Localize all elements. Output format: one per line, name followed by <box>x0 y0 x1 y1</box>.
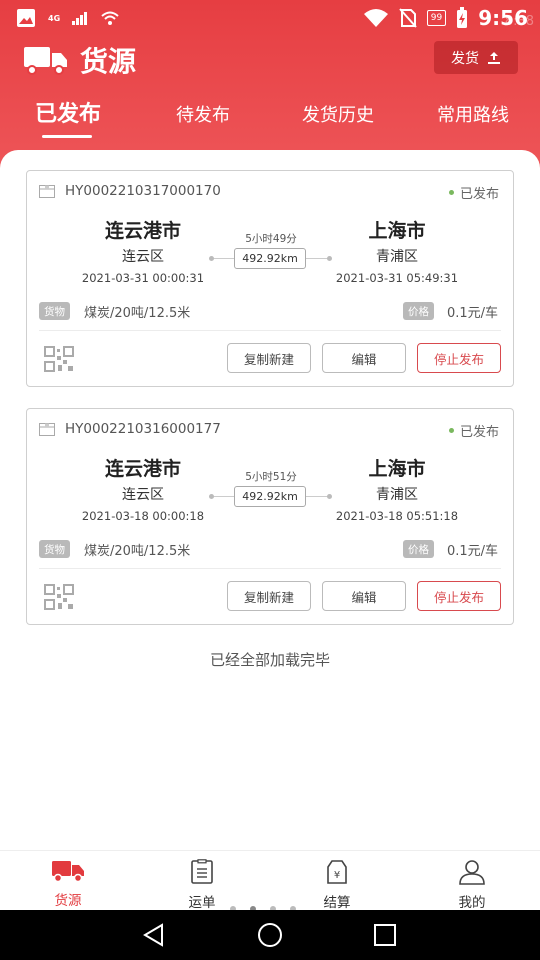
clock: 9:56 <box>478 6 528 30</box>
order-number: HY0002210317000170 <box>65 183 221 199</box>
cargo-info: 煤炭/20吨/12.5米 <box>84 544 191 559</box>
no-sim-icon <box>399 8 417 28</box>
tab-history-label: 发货历史 <box>302 105 374 126</box>
price-info: 0.1元/车 <box>447 306 499 321</box>
document-icon <box>191 859 213 884</box>
wifi-icon <box>101 11 119 25</box>
origin-district: 连云区 <box>122 249 164 265</box>
origin-city: 连云港市 <box>104 220 181 242</box>
nav-item-waybill[interactable]: 运单 <box>162 859 242 911</box>
route-distance: 492.92km <box>234 248 306 269</box>
tab-routes-label: 常用路线 <box>437 105 509 126</box>
box-icon <box>39 184 55 198</box>
order-list: HY0002210317000170 已发布 连云港市 连云区 2021-03-… <box>0 150 540 850</box>
tab-pending-label: 待发布 <box>176 105 230 126</box>
departure-time: 2021-03-18 00:00:18 <box>81 509 205 523</box>
tab-routes[interactable]: 常用路线 <box>428 101 518 127</box>
upload-icon <box>488 51 500 64</box>
title-bar: 货源 <box>24 40 136 80</box>
card-divider <box>39 568 501 569</box>
price-tag: 价格 <box>403 302 434 320</box>
tab-published[interactable]: 已发布 <box>30 96 106 128</box>
ship-button[interactable]: 发货 <box>434 41 518 74</box>
status-label: 已发布 <box>459 425 499 440</box>
page-title: 货源 <box>80 45 137 78</box>
nav-item-mine[interactable]: 我的 <box>432 859 512 911</box>
truck-icon <box>52 861 84 883</box>
trip-duration: 5小时49分 <box>245 233 297 245</box>
arrival-time: 2021-03-18 05:51:18 <box>335 509 459 523</box>
destination-city: 上海市 <box>368 458 426 480</box>
qr-code-icon[interactable] <box>44 584 74 610</box>
truck-logo-icon <box>24 47 67 75</box>
stop-publish-button[interactable]: 停止发布 <box>417 343 501 373</box>
wifi-full-icon <box>363 9 388 27</box>
card-divider <box>39 330 501 331</box>
nav-item-cargo[interactable]: 货源 <box>28 859 108 909</box>
route-start-dot <box>209 494 214 499</box>
person-icon <box>459 860 485 885</box>
route-start-dot <box>209 256 214 261</box>
box-icon <box>39 422 55 436</box>
system-nav-bar <box>0 910 540 960</box>
tab-history[interactable]: 发货历史 <box>292 101 384 127</box>
bottom-nav: 货源 运单 ¥ 结算 我的 <box>0 850 540 911</box>
order-number: HY0002210316000177 <box>65 421 221 437</box>
svg-text:¥: ¥ <box>334 870 340 881</box>
price-tag: 价格 <box>403 540 434 558</box>
price-info: 0.1元/车 <box>447 544 499 559</box>
header: 4G 8:38 99 9:56 货源 发货 已发布 待发布 发货历史 常用路线 <box>0 0 540 170</box>
edit-button[interactable]: 编辑 <box>322 581 406 611</box>
yen-bag-icon: ¥ <box>327 860 347 884</box>
copy-new-button[interactable]: 复制新建 <box>227 343 311 373</box>
route-distance: 492.92km <box>234 486 306 507</box>
departure-time: 2021-03-31 00:00:31 <box>81 271 205 285</box>
battery-level: 99 <box>430 13 443 23</box>
cargo-tag: 货物 <box>39 302 70 320</box>
cargo-tag: 货物 <box>39 540 70 558</box>
qr-code-icon[interactable] <box>44 346 74 372</box>
nav-label-settlement: 结算 <box>323 895 351 911</box>
nav-label-mine: 我的 <box>458 895 486 911</box>
copy-new-button[interactable]: 复制新建 <box>227 581 311 611</box>
status-bar: 4G 8:38 99 9:56 <box>0 0 540 36</box>
destination-district: 青浦区 <box>376 249 418 265</box>
battery-indicator: 99 <box>426 10 447 26</box>
tab-published-label: 已发布 <box>34 102 101 127</box>
home-icon[interactable] <box>256 921 284 949</box>
image-icon <box>17 9 35 27</box>
stop-publish-button[interactable]: 停止发布 <box>417 581 501 611</box>
signal-icon <box>72 12 88 25</box>
nav-label-cargo: 货源 <box>54 893 82 909</box>
status-dot <box>448 190 454 195</box>
destination-district: 青浦区 <box>376 487 418 503</box>
origin-city: 连云港市 <box>104 458 181 480</box>
order-card[interactable]: HY0002210316000177 已发布 连云港市 连云区 2021-03-… <box>26 408 514 625</box>
back-icon[interactable] <box>140 921 168 949</box>
end-of-list-message: 已经全部加载完毕 <box>209 651 330 669</box>
origin-district: 连云区 <box>122 487 164 503</box>
tab-bar: 已发布 待发布 发货历史 常用路线 <box>0 98 540 138</box>
status-badge: 已发布 <box>448 183 499 202</box>
battery-charging-icon <box>457 7 468 28</box>
recents-icon[interactable] <box>372 922 398 948</box>
edit-button[interactable]: 编辑 <box>322 343 406 373</box>
network-label: 4G <box>48 13 61 23</box>
status-label: 已发布 <box>459 187 499 202</box>
ship-button-label: 发货 <box>451 50 479 67</box>
trip-duration: 5小时51分 <box>245 471 297 483</box>
status-dot <box>448 428 454 433</box>
tab-pending[interactable]: 待发布 <box>166 101 240 127</box>
cargo-info: 煤炭/20吨/12.5米 <box>84 306 191 321</box>
active-tab-indicator <box>42 135 92 138</box>
status-badge: 已发布 <box>448 421 499 440</box>
arrival-time: 2021-03-31 05:49:31 <box>335 271 459 285</box>
nav-item-settlement[interactable]: ¥ 结算 <box>297 859 377 911</box>
order-card[interactable]: HY0002210317000170 已发布 连云港市 连云区 2021-03-… <box>26 170 514 387</box>
destination-city: 上海市 <box>368 220 426 242</box>
